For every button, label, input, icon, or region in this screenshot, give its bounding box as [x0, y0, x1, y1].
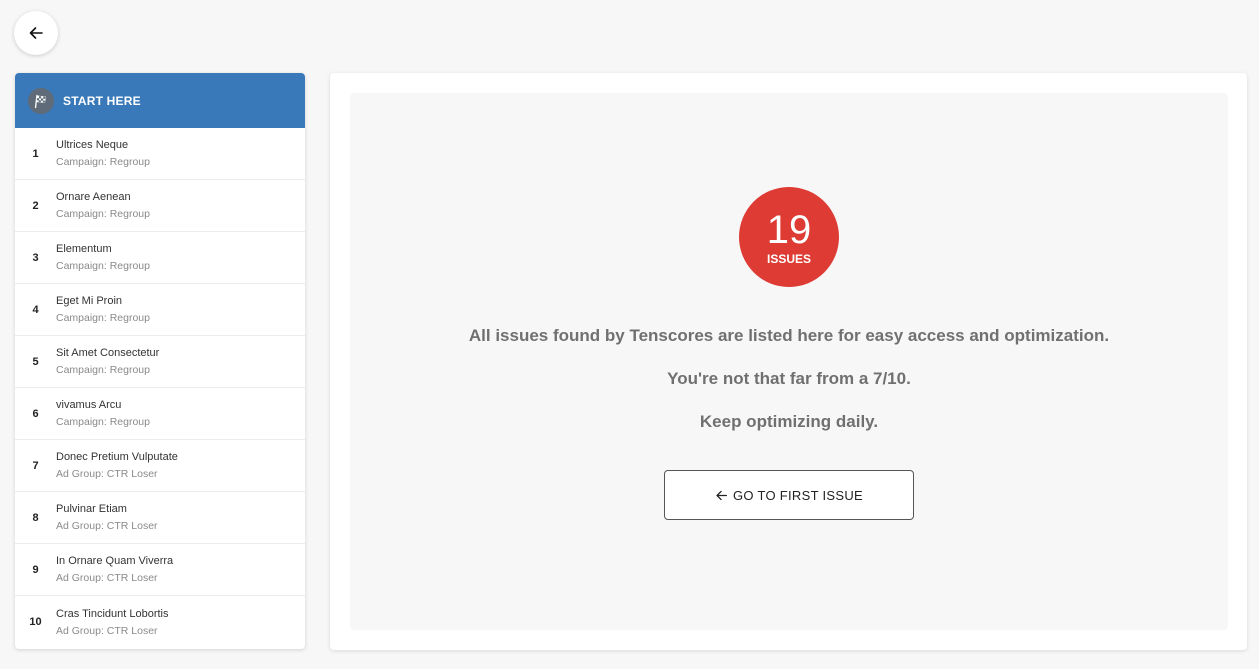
issue-number: 3	[32, 251, 39, 264]
issue-title: Elementum	[56, 243, 112, 255]
checkered-flag-icon	[28, 87, 54, 114]
issue-number: 2	[32, 199, 39, 212]
encouragement-message: Keep optimizing daily.	[699, 412, 879, 431]
issue-subtitle: Campaign: Regroup	[56, 208, 150, 220]
issue-subtitle: Campaign: Regroup	[56, 156, 150, 168]
back-button[interactable]	[14, 11, 58, 55]
issue-title: Cras Tincidunt Lobortis	[56, 607, 169, 620]
issues-count-badge: 19 ISSUES	[739, 187, 839, 287]
go-to-first-issue-label: GO TO FIRST ISSUE	[732, 487, 864, 503]
issues-sidebar: START HERE 1 Ultrices Neque Campaign: Re…	[15, 73, 305, 649]
arrow-left-icon	[716, 490, 727, 500]
issue-number: 6	[32, 407, 39, 420]
sidebar-header-label: START HERE	[63, 93, 141, 108]
issue-title: Ultrices Neque	[56, 139, 129, 151]
issue-title: In Ornare Quam Viverra	[56, 555, 174, 567]
issue-subtitle: Campaign: Regroup	[56, 260, 150, 272]
issues-count: 19	[766, 208, 812, 252]
arrow-left-icon	[29, 27, 43, 39]
issue-title: Sit Amet Consectetur	[56, 347, 160, 359]
issue-subtitle: Campaign: Regroup	[56, 312, 150, 324]
issue-title: Donec Pretium Vulputate	[56, 451, 178, 463]
issue-list-item[interactable]: 8 Pulvinar Etiam Ad Group: CTR Loser	[15, 492, 305, 544]
issue-number: 8	[32, 511, 39, 524]
issue-list-item[interactable]: 10 Cras Tincidunt Lobortis Ad Group: CTR…	[15, 596, 305, 648]
issue-number: 9	[32, 563, 39, 576]
issue-title: Pulvinar Etiam	[56, 503, 127, 515]
issue-list-item[interactable]: 2 Ornare Aenean Campaign: Regroup	[15, 180, 305, 232]
sidebar-header[interactable]: START HERE	[15, 73, 305, 128]
issue-list-item[interactable]: 5 Sit Amet Consectetur Campaign: Regroup	[15, 336, 305, 388]
issue-number: 7	[32, 459, 39, 472]
issue-subtitle: Ad Group: CTR Loser	[56, 468, 158, 480]
issue-number: 1	[32, 147, 39, 160]
issue-list-item[interactable]: 3 Elementum Campaign: Regroup	[15, 232, 305, 284]
issue-title: Eget Mi Proin	[56, 295, 123, 307]
issue-number: 5	[32, 355, 39, 368]
issues-summary-card: 19 ISSUES All issues found by Tenscores …	[330, 73, 1247, 650]
issue-number: 10	[29, 616, 42, 628]
issue-subtitle: Ad Group: CTR Loser	[56, 624, 158, 637]
issue-subtitle: Campaign: Regroup	[56, 416, 150, 428]
summary-panel: 19 ISSUES All issues found by Tenscores …	[350, 93, 1228, 630]
issue-subtitle: Ad Group: CTR Loser	[56, 572, 158, 584]
issue-subtitle: Campaign: Regroup	[56, 364, 150, 376]
go-to-first-issue-button[interactable]: GO TO FIRST ISSUE	[664, 470, 914, 520]
issue-title: Ornare Aenean	[56, 191, 131, 203]
issues-label: ISSUES	[766, 252, 811, 266]
issue-list-item[interactable]: 1 Ultrices Neque Campaign: Regroup	[15, 128, 305, 180]
issue-list-item[interactable]: 7 Donec Pretium Vulputate Ad Group: CTR …	[15, 440, 305, 492]
issue-list-item[interactable]: 4 Eget Mi Proin Campaign: Regroup	[15, 284, 305, 336]
issue-number: 4	[32, 303, 39, 316]
summary-message: All issues found by Tenscores are listed…	[468, 326, 1110, 345]
issue-subtitle: Ad Group: CTR Loser	[56, 520, 158, 532]
score-message: You're not that far from a 7/10.	[667, 369, 911, 388]
issue-list-item[interactable]: 9 In Ornare Quam Viverra Ad Group: CTR L…	[15, 544, 305, 596]
issue-list-item[interactable]: 6 vivamus Arcu Campaign: Regroup	[15, 388, 305, 440]
issue-title: vivamus Arcu	[56, 399, 122, 411]
